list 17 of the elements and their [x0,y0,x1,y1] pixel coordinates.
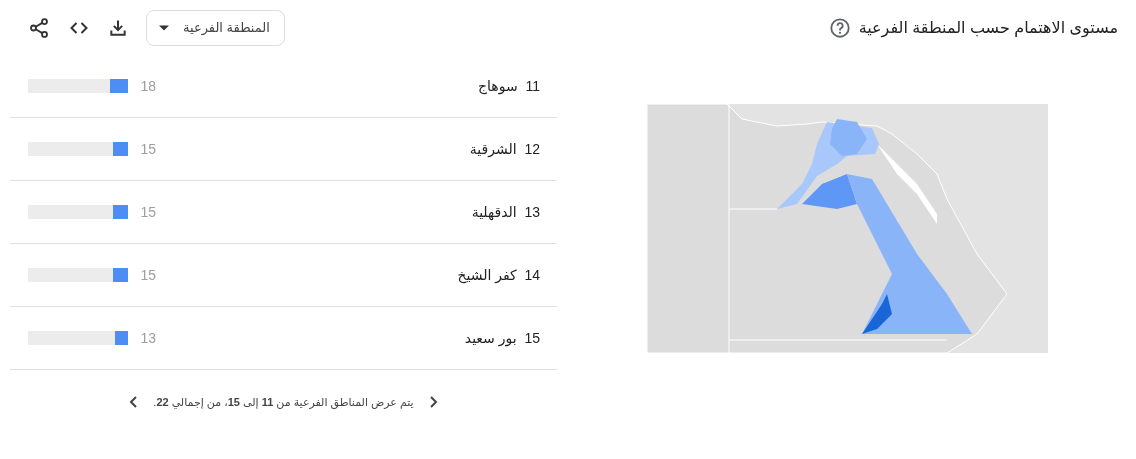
help-icon[interactable] [828,16,851,39]
widget-title: مستوى الاهتمام حسب المنطقة الفرعية [858,18,1118,37]
region-name: 15 بور سعيد [463,330,540,346]
share-icon[interactable] [28,16,50,39]
interest-value: 13 [139,330,156,346]
previous-page-button[interactable] [427,395,440,409]
region-name: 12 الشرقية [468,141,540,157]
next-page-button[interactable] [127,395,140,409]
interest-value: 15 [139,204,156,220]
interest-value: 15 [139,267,156,283]
region-name: 11 سوهاج [477,78,540,94]
region-dropdown[interactable]: المنطقة الفرعية [146,9,285,46]
caret-icon [159,24,169,31]
interest-value: 15 [139,141,156,157]
region-name: 13 الدقهلية [470,204,540,220]
interest-value: 18 [139,78,156,94]
region-name: 14 كفر الشيخ [456,267,540,283]
